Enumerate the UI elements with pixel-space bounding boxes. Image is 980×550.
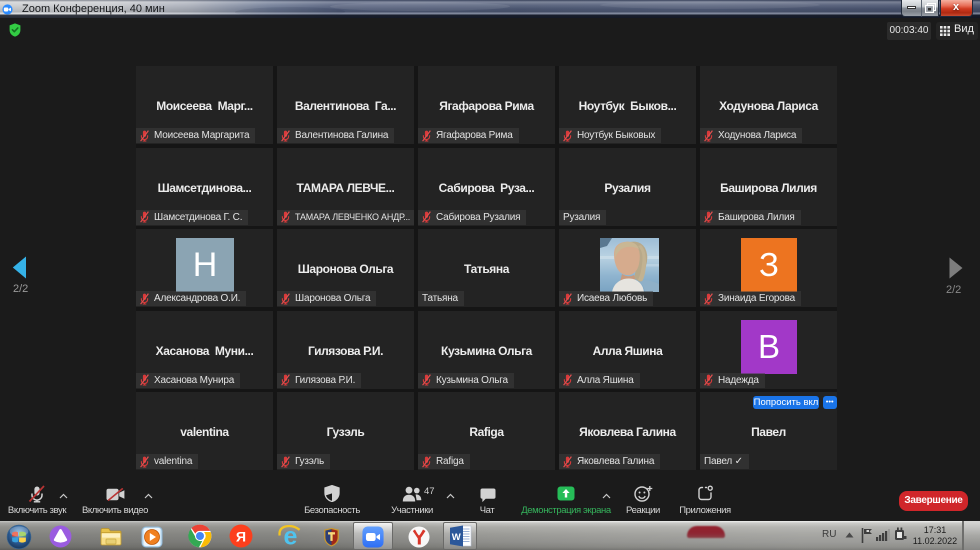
svg-text:Я: Я xyxy=(236,529,246,545)
svg-text:W: W xyxy=(452,532,461,543)
